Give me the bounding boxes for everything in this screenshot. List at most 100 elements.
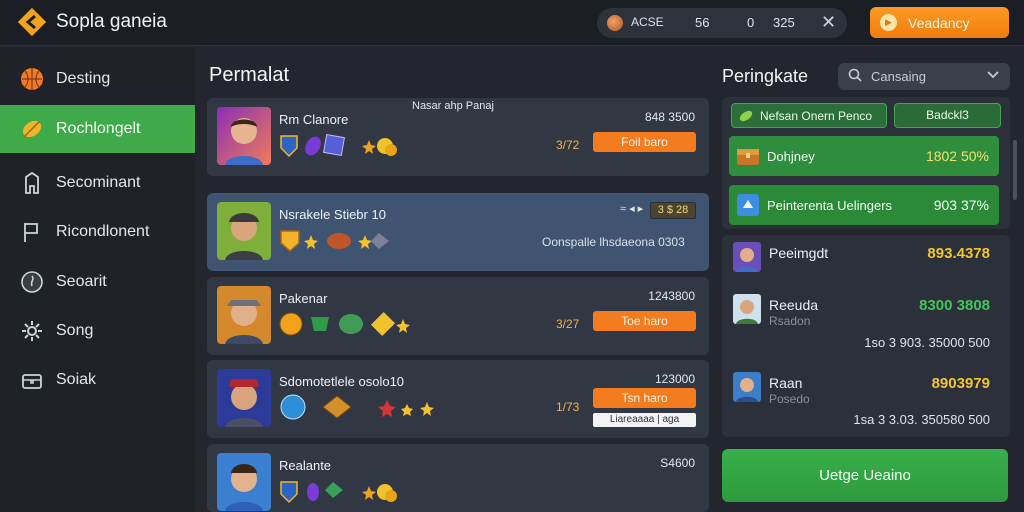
header-cta-label: Veadancy [908,15,970,31]
ranking-row-value: 1802 50% [925,148,989,164]
leaderboard-name: Reeuda [769,297,819,313]
card-items [280,133,397,158]
player-avatar [217,202,271,260]
top-bar: Sopla ganeia ACSE 56 0 325 ✕ ▶ Veadancy [0,0,1024,46]
sidebar-item-secominant[interactable]: Secominant [0,159,195,207]
player-avatar [217,369,271,427]
stat-value-1: 56 [695,15,710,30]
stat-value-3: 325 [773,15,795,30]
logo-icon [18,8,46,36]
chest-icon [22,374,42,389]
card-price: 3/27 [556,317,580,331]
flame-icon [21,271,43,293]
ranking-tab-secondary[interactable]: Badckl3 [894,103,1001,128]
app-title: Sopla ganeia [56,11,167,32]
leaderboard-score: 8903979 [931,375,990,392]
ranking-row-label: Peinterenta Uelingers [767,198,893,213]
leaderboard-sub: Rsadon [769,314,811,328]
player-avatar [217,107,271,165]
leaderboard-item[interactable]: Raan Posedo 8903979 1sa 3 3.03. 350580 5… [733,372,1003,432]
leaderboard-score: 8300 3808 [919,297,990,314]
close-icon[interactable]: ✕ [821,12,836,33]
sidebar-item-ricondlonent[interactable]: Ricondlonent [0,208,195,256]
play-icon: ▶ [880,14,897,31]
gear-icon [22,321,42,341]
leaf-icon [22,120,42,138]
card-items [280,481,397,504]
player-card[interactable]: Nsrakele Stiebr 10 ≈ ◂ ▸ 3 $ 28 Oonspall… [207,193,709,271]
sidebar-item-label: Soiak [56,371,97,388]
card-indicator: ≈ ◂ ▸ [620,203,644,215]
sidebar-item-label: Ricondlonent [56,223,150,240]
leaderboard-name: Peeimgdt [769,245,829,261]
sidebar-item-soiak[interactable]: Soiak [0,356,195,404]
player-card[interactable]: Pakenar 1243800 3/27 Toe haro [207,277,709,355]
card-subtext: Oonspalle lhsdaeona 0303 [542,235,685,249]
card-items [280,230,389,253]
card-title: Pakenar [279,291,328,306]
leaderboard-meta: 1so 3 903. 35000 500 [864,335,990,350]
sidebar-item-seoarit[interactable]: Seoarit [0,258,195,306]
player-avatar [217,286,271,344]
flag-icon [24,223,38,242]
badge-icon [737,194,759,216]
page-title: Permalat [209,64,290,86]
scrollbar[interactable] [1013,140,1017,200]
player-card[interactable]: Realante S4600 [207,444,709,512]
sidebar: Desting Rochlongelt Secominant Ricondlon… [0,47,195,512]
sidebar-item-label: Rochlongelt [56,120,141,137]
chest-icon [737,149,759,165]
basketball-icon [21,68,43,90]
leaderboard-item[interactable]: Peeimgdt 893.4378 [733,242,1003,274]
card-stat: 123000 [654,372,695,386]
buy-button[interactable]: Foil baro [593,132,696,152]
header-cta-button[interactable]: ▶ Veadancy [870,7,1009,38]
ranking-row[interactable]: Dohjney 1802 50% [729,136,999,176]
sidebar-item-rochlongelt[interactable]: Rochlongelt [0,105,195,153]
leaderboard-sub: Posedo [769,392,810,406]
card-title: Rm Clanore [279,112,349,127]
stats-bar: ACSE 56 0 325 ✕ [597,8,847,38]
card-banner: Nasar ahp Panaj [412,100,494,112]
player-card[interactable]: Nasar ahp Panaj Rm Clanore 848 3500 3/72… [207,98,709,176]
search-icon [848,68,862,85]
ranking-row-label: Dohjney [767,149,815,164]
stat-label: ACSE [631,15,664,29]
card-tag: 3 $ 28 [650,202,696,219]
primary-cta-button[interactable]: Uetge Ueaino [722,449,1008,502]
card-stat: 848 3500 [644,110,695,124]
ranking-search-dropdown[interactable]: Cansaing [838,63,1010,90]
leaderboard-item[interactable]: Reeuda Rsadon 8300 3808 1so 3 903. 35000… [733,294,1003,354]
buy-button[interactable]: Toe haro [593,311,696,331]
avatar [733,372,761,402]
chevron-down-icon [986,67,1000,84]
card-price: 1/73 [556,400,580,414]
leaf-icon [739,110,753,122]
buy-button[interactable]: Tsn haro [593,388,696,408]
leaderboard-name: Raan [769,375,803,391]
card-title: Sdomotetlele osolo10 [279,374,405,389]
tower-icon [25,171,39,194]
search-placeholder: Cansaing [871,69,926,84]
card-note: Liareaaaa | aga [593,413,696,427]
stat-value-2: 0 [747,15,755,30]
card-items [280,394,434,420]
sidebar-item-song[interactable]: Song [0,307,195,355]
ranking-tab-primary[interactable]: Nefsan Onern Penco [731,103,887,128]
ranking-row[interactable]: Peinterenta Uelingers 903 37% [729,185,999,225]
card-title: Realante [279,458,332,473]
sidebar-item-label: Desting [56,70,111,87]
player-card[interactable]: Sdomotetlele osolo10 123000 1/73 Tsn har… [207,360,709,438]
leaderboard-meta: 1sa 3 3.03. 350580 500 [853,412,990,427]
card-stat: S4600 [660,456,695,470]
sidebar-item-label: Seoarit [56,273,107,290]
tab-label: Nefsan Onern Penco [760,109,873,123]
player-avatar [217,453,271,511]
sidebar-item-label: Secominant [56,174,141,191]
card-price: 3/72 [556,138,580,152]
avatar [733,242,761,272]
sidebar-item-desting[interactable]: Desting [0,55,195,103]
ranking-title: Peringkate [722,66,809,86]
leaderboard-score: 893.4378 [927,245,990,262]
sidebar-item-label: Song [56,322,94,339]
